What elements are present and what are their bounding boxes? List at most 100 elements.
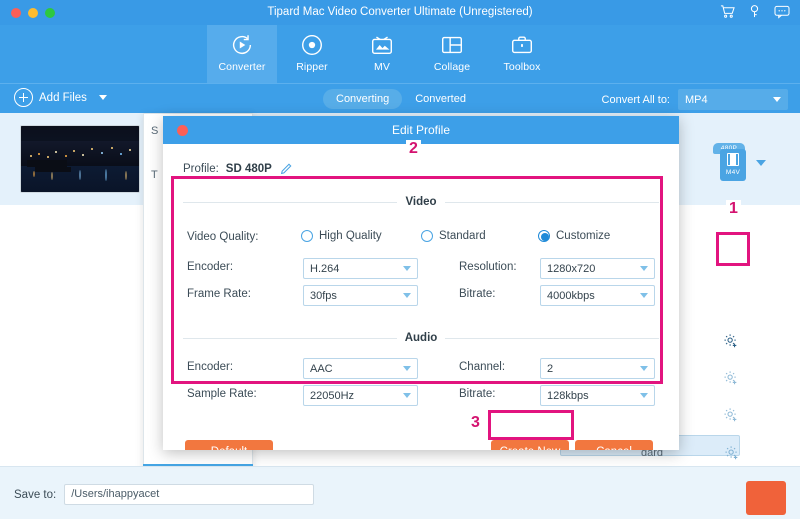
badge-format: M4V: [725, 169, 741, 176]
create-new-button[interactable]: Create New: [491, 440, 569, 450]
audio-bitrate-label: Bitrate:: [459, 388, 496, 400]
audio-group-title: Audio: [404, 332, 438, 344]
settings-gear-icon[interactable]: [723, 370, 739, 391]
video-group-header: Video: [183, 196, 660, 208]
video-quality-label: Video Quality:: [187, 231, 259, 243]
key-icon[interactable]: [748, 4, 761, 19]
pencil-icon[interactable]: [279, 162, 293, 176]
app-title: Tipard Mac Video Converter Ultimate (Unr…: [267, 6, 533, 18]
toolbox-icon: [509, 32, 535, 58]
video-thumbnail: [20, 125, 140, 193]
annotation-number-1: 1: [726, 200, 741, 218]
radio-label: High Quality: [319, 230, 382, 242]
radio-button: [538, 230, 550, 242]
output-format-badge[interactable]: 480P M4V: [713, 143, 749, 183]
nav-label-toolbox: Toolbox: [503, 61, 541, 73]
save-to-path-input[interactable]: /Users/ihappyacet: [64, 484, 315, 505]
tab-converted[interactable]: Converted: [402, 89, 479, 109]
bottom-bar: Save to: /Users/ihappyacet: [0, 466, 800, 519]
chevron-down-icon[interactable]: [756, 160, 766, 166]
add-files-button[interactable]: Add Files: [14, 88, 107, 107]
settings-gear-icon[interactable]: [723, 333, 739, 354]
radio-customize[interactable]: Customize: [538, 230, 610, 242]
nav-item-ripper[interactable]: Ripper: [277, 25, 347, 83]
video-bitrate-select[interactable]: 4000kbps: [540, 285, 655, 306]
profile-label: Profile:: [183, 163, 219, 175]
dialog-close-button[interactable]: [177, 125, 188, 136]
audio-encoder-value: AAC: [310, 362, 333, 375]
video-framerate-label: Frame Rate:: [187, 288, 251, 300]
nav-label-mv: MV: [374, 61, 390, 73]
profile-value: SD 480P: [225, 163, 272, 175]
radio-button: [421, 230, 433, 242]
video-framerate-value: 30fps: [310, 289, 337, 302]
edit-profile-dialog: Edit Profile Profile: SD 480P Video Vide…: [163, 116, 679, 450]
plus-circle-icon: [14, 88, 33, 107]
main-navigation-bar: Converter Ripper MV Collage Toolbox: [0, 25, 800, 83]
video-group-title: Video: [405, 196, 437, 208]
cart-icon[interactable]: [720, 4, 735, 19]
radio-label: Customize: [556, 230, 611, 242]
format-letter-t: T: [151, 169, 158, 181]
convert-all-dropdown[interactable]: MP4: [678, 89, 788, 110]
video-framerate-select[interactable]: 30fps: [303, 285, 418, 306]
converter-icon: [229, 32, 255, 58]
audio-channel-select[interactable]: 2: [540, 358, 655, 379]
radio-label: Standard: [439, 230, 486, 242]
nav-item-collage[interactable]: Collage: [417, 25, 487, 83]
radio-button: [301, 230, 313, 242]
tab-converting[interactable]: Converting: [323, 89, 403, 109]
radio-high-quality[interactable]: High Quality: [301, 230, 382, 242]
converting-converted-tabs: Converting Converted: [323, 89, 479, 109]
nav-items: Converter Ripper MV Collage Toolbox: [207, 25, 557, 83]
audio-bitrate-value: 128kbps: [547, 389, 589, 402]
dialog-title-bar: Edit Profile: [163, 116, 679, 144]
audio-bitrate-select[interactable]: 128kbps: [540, 385, 655, 406]
nav-item-mv[interactable]: MV: [347, 25, 417, 83]
annotation-number-2: 2: [406, 140, 421, 158]
audio-encoder-label: Encoder:: [187, 361, 234, 373]
video-bitrate-label: Bitrate:: [459, 288, 496, 300]
dialog-title: Edit Profile: [391, 123, 451, 137]
ripper-icon: [299, 32, 325, 58]
nav-label-converter: Converter: [218, 61, 266, 73]
save-to-control: Save to: /Users/ihappyacet: [14, 484, 315, 505]
film-icon: [727, 153, 739, 166]
add-files-label: Add Files: [39, 91, 87, 104]
video-resolution-select[interactable]: 1280x720: [540, 258, 655, 279]
settings-gear-icon[interactable]: [723, 407, 739, 428]
profile-row: Profile: SD 480P: [183, 162, 293, 176]
settings-gear-icon[interactable]: [724, 445, 740, 464]
video-bitrate-value: 4000kbps: [547, 289, 595, 302]
window-action-icons: [720, 4, 790, 19]
audio-encoder-select[interactable]: AAC: [303, 358, 418, 379]
video-resolution-label: Resolution:: [459, 261, 517, 273]
mv-icon: [369, 32, 395, 58]
title-bar: Tipard Mac Video Converter Ultimate (Unr…: [0, 0, 800, 25]
chevron-down-icon[interactable]: [98, 95, 107, 100]
nav-item-toolbox[interactable]: Toolbox: [487, 25, 557, 83]
radio-standard[interactable]: Standard: [421, 230, 486, 242]
audio-channel-value: 2: [547, 362, 554, 375]
default-button[interactable]: Default: [185, 440, 273, 450]
convert-all-value: MP4: [685, 93, 708, 106]
format-partial-labels: S T: [151, 125, 158, 213]
video-resolution-value: 1280x720: [547, 262, 596, 275]
convert-all-label: Convert All to:: [601, 93, 670, 106]
video-encoder-value: H.264: [310, 262, 340, 275]
audio-samplerate-select[interactable]: 22050Hz: [303, 385, 418, 406]
nav-label-collage: Collage: [433, 61, 471, 73]
video-encoder-label: Encoder:: [187, 261, 234, 273]
nav-item-converter[interactable]: Converter: [207, 25, 277, 83]
feedback-icon[interactable]: [774, 5, 790, 19]
annotation-number-3: 3: [468, 414, 483, 432]
audio-samplerate-label: Sample Rate:: [187, 388, 257, 400]
nav-label-ripper: Ripper: [296, 61, 328, 73]
convert-all-button[interactable]: [746, 481, 786, 515]
sub-toolbar: Add Files Converting Converted Convert A…: [0, 83, 800, 113]
convert-all-to-control: Convert All to: MP4: [602, 89, 788, 110]
audio-samplerate-value: 22050Hz: [310, 389, 355, 402]
video-encoder-select[interactable]: H.264: [303, 258, 418, 279]
chevron-down-icon: [773, 97, 781, 102]
cancel-button[interactable]: Cancel: [575, 440, 653, 450]
